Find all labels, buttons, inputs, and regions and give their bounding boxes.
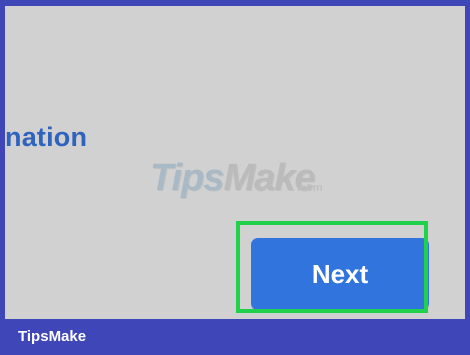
footer-brand: TipsMake [18,328,87,345]
watermark-tips: Tips [150,157,224,199]
partial-title-text: nation [5,122,88,152]
footer-bar: TipsMake [0,319,470,355]
watermark-domain: .com [297,182,323,194]
tutorial-frame: nation TipsMake .com Next TipsMake [0,0,470,355]
watermark: TipsMake .com [150,157,340,199]
highlight-box [236,221,428,313]
watermark-text: TipsMake [150,157,316,200]
